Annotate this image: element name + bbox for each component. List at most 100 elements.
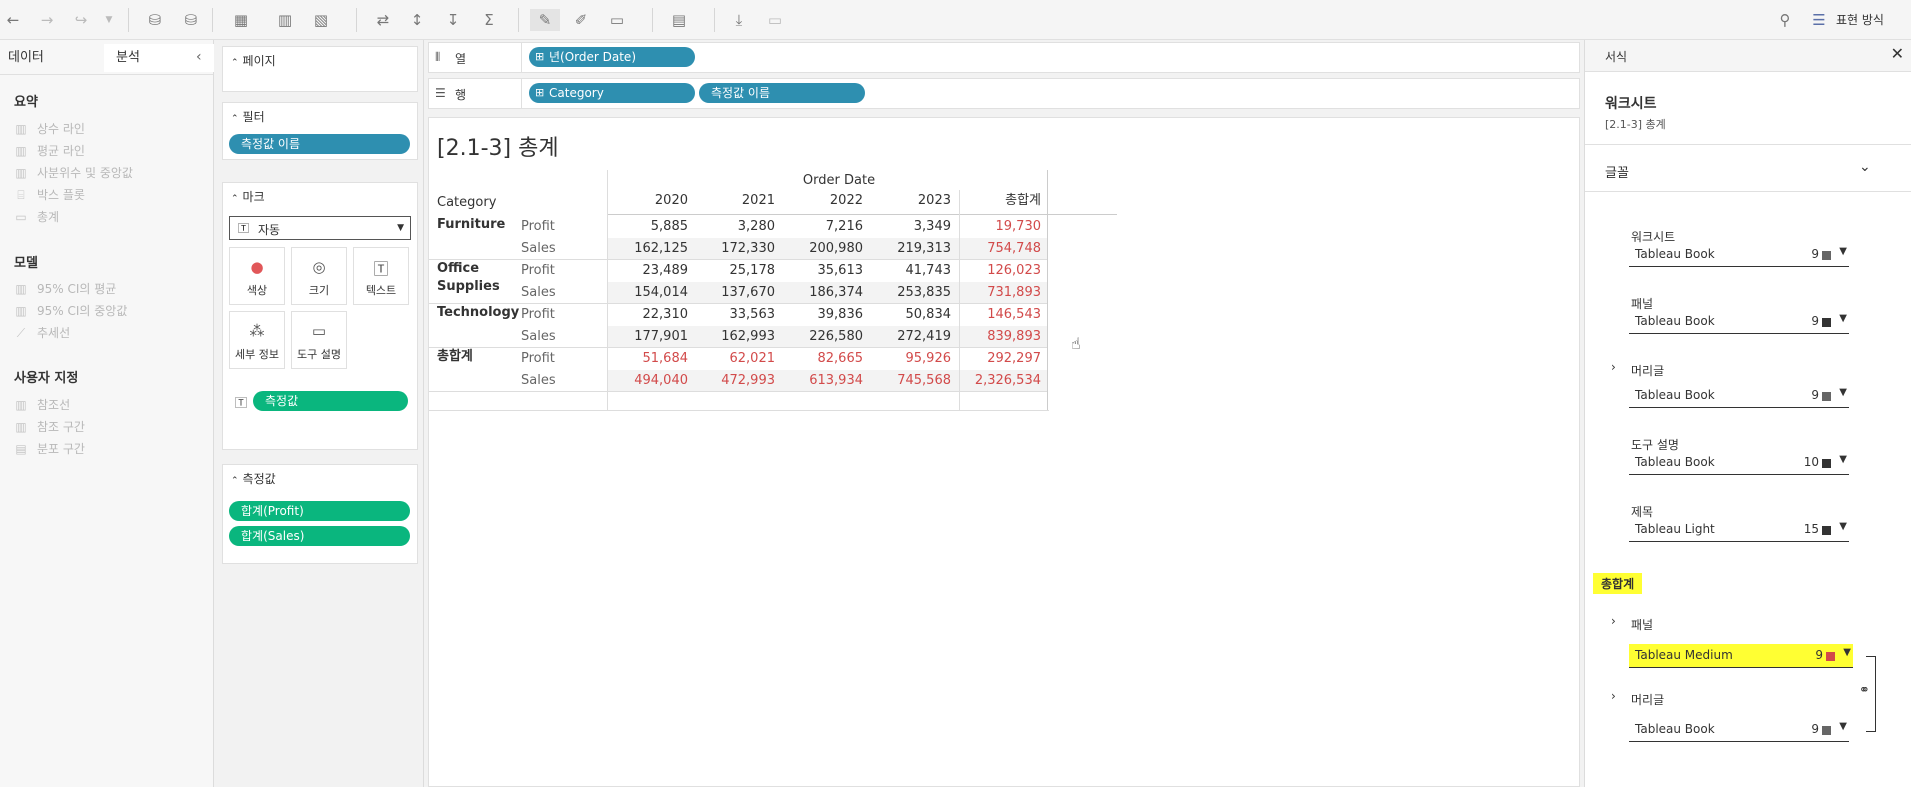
table-cell[interactable]: 754,748 <box>957 238 1041 260</box>
unlink-icon[interactable]: ⚭ <box>1859 683 1870 698</box>
median-quartiles[interactable]: ▥ 사분위수 및 중앙값 <box>14 164 133 181</box>
table-cell[interactable]: 19,730 <box>957 216 1042 238</box>
detail-button[interactable]: ⁂ 세부 정보 <box>229 311 285 369</box>
table-cell[interactable]: 50,834 <box>868 304 952 326</box>
pages-card[interactable]: ⌃ 페이지 <box>222 46 418 92</box>
columns-shelf[interactable]: ⦀ 열 ⊞ 년(Order Date) <box>428 42 1580 73</box>
tooltip-button[interactable]: ▭ 도구 설명 <box>291 311 347 369</box>
table-cell[interactable]: 186,374 <box>780 282 863 304</box>
collapse-chevron-icon[interactable]: ⌃ <box>231 476 239 486</box>
table-cell[interactable]: 126,023 <box>957 260 1041 282</box>
highlight-icon[interactable]: ✎ <box>530 9 560 31</box>
column-header[interactable]: 총합계 <box>957 190 1041 212</box>
presentation-icon[interactable]: ▭ <box>764 9 786 31</box>
category-label[interactable]: Office <box>437 260 479 278</box>
average-ci[interactable]: ▥ 95% CI의 평균 <box>14 280 116 297</box>
totals-icon[interactable]: Σ <box>478 9 500 31</box>
pane-font-dropdown[interactable]: Tableau Book 9 ▼ <box>1629 310 1849 334</box>
duplicate-sheet-icon[interactable]: ▥ <box>274 9 296 31</box>
mark-type-select[interactable]: 🅃 자동 ▼ <box>229 216 411 240</box>
table-cell[interactable]: 613,934 <box>780 370 863 392</box>
table-cell[interactable]: 200,980 <box>780 238 863 260</box>
table-cell[interactable]: 33,563 <box>693 304 776 326</box>
table-cell[interactable]: 154,014 <box>607 282 688 304</box>
collapse-icon[interactable]: ‹ <box>196 49 202 65</box>
table-cell[interactable]: 39,836 <box>780 304 864 326</box>
column-header[interactable]: 2023 <box>868 190 951 212</box>
table-cell[interactable]: 137,670 <box>693 282 775 304</box>
clear-sheet-icon[interactable]: ▧ <box>310 9 332 31</box>
size-button[interactable]: ◎ 크기 <box>291 247 347 305</box>
marks-card[interactable]: ⌃ 마크 🅃 자동 ▼ ● 색상 ◎ 크기 🅃 텍스트 ⁂ 세부 정보 ▭ 도구 설명 🅃 … <box>222 182 418 450</box>
table-cell[interactable]: 3,349 <box>868 216 951 238</box>
totals[interactable]: ▭ 총계 <box>14 208 59 225</box>
column-header[interactable]: 2022 <box>780 190 863 212</box>
category-label[interactable]: Supplies <box>437 278 500 296</box>
table-cell[interactable]: 41,743 <box>868 260 952 282</box>
table-cell[interactable]: 82,665 <box>780 348 864 370</box>
fit-icon[interactable]: ▭ <box>606 9 628 31</box>
tooltip-font-dropdown[interactable]: Tableau Book 10 ▼ <box>1629 451 1849 475</box>
trend-line[interactable]: ⟋ 추세선 <box>14 324 70 341</box>
table-cell[interactable]: 51,684 <box>607 348 689 370</box>
replay-icon[interactable]: ↪ <box>70 9 92 31</box>
table-cell[interactable]: 162,993 <box>693 326 775 348</box>
sum-sales-pill[interactable]: 합계(Sales) <box>229 526 410 546</box>
measure-values-pill[interactable]: 측정값 <box>253 391 408 411</box>
table-cell[interactable]: 172,330 <box>693 238 775 260</box>
column-header[interactable]: 2020 <box>607 190 688 212</box>
worksheet-font-dropdown[interactable]: Tableau Book 9 ▼ <box>1629 243 1849 267</box>
chevron-right-icon[interactable]: › <box>1611 614 1616 628</box>
table-cell[interactable]: 731,893 <box>957 282 1041 304</box>
download-icon[interactable]: ⤓ <box>728 9 750 31</box>
show-me-label[interactable]: 표현 방식 <box>1836 11 1884 28</box>
table-cell[interactable]: 745,568 <box>868 370 951 392</box>
constant-line[interactable]: ▥ 상수 라인 <box>14 120 85 137</box>
table-cell[interactable]: 226,580 <box>780 326 863 348</box>
measure-values-card[interactable]: ⌃ 측정값 합계(Profit) 합계(Sales) <box>222 464 418 564</box>
table-cell[interactable]: 35,613 <box>780 260 864 282</box>
column-header[interactable]: 2021 <box>693 190 775 212</box>
box-plot[interactable]: ⌸ 박스 플롯 <box>14 186 85 203</box>
table-cell[interactable]: 162,125 <box>607 238 688 260</box>
table-cell[interactable]: 219,313 <box>868 238 951 260</box>
sort-descending-icon[interactable]: ↧ <box>442 9 464 31</box>
table-cell[interactable]: 62,021 <box>693 348 776 370</box>
show-me-icon[interactable]: ☰ <box>1808 9 1830 31</box>
reference-line[interactable]: ▥ 참조선 <box>14 396 70 413</box>
table-cell[interactable]: 292,297 <box>957 348 1041 370</box>
average-line[interactable]: ▥ 평균 라인 <box>14 142 85 159</box>
category-label[interactable]: Furniture <box>437 216 505 234</box>
close-icon[interactable]: ✕ <box>1891 44 1904 63</box>
table-cell[interactable]: 23,489 <box>607 260 689 282</box>
collapse-chevron-icon[interactable]: ⌃ <box>231 194 239 204</box>
total-header-font-dropdown[interactable]: Tableau Book 9 ▼ <box>1629 718 1849 742</box>
redo-icon[interactable]: → <box>36 9 58 31</box>
color-button[interactable]: ● 색상 <box>229 247 285 305</box>
median-ci[interactable]: ▥ 95% CI의 중앙값 <box>14 302 127 319</box>
filter-pill[interactable]: 측정값 이름 <box>229 134 410 154</box>
table-cell[interactable]: 7,216 <box>780 216 863 238</box>
sum-profit-pill[interactable]: 합계(Profit) <box>229 501 410 521</box>
title-font-dropdown[interactable]: Tableau Light 15 ▼ <box>1629 518 1849 542</box>
label-button[interactable]: 🅃 텍스트 <box>353 247 409 305</box>
table-cell[interactable]: 253,835 <box>868 282 951 304</box>
table-cell[interactable]: 494,040 <box>607 370 688 392</box>
category-label[interactable]: Technology <box>437 304 519 322</box>
new-datasource-icon[interactable]: ⛁ <box>144 9 166 31</box>
measure-names-pill[interactable]: 측정값 이름 <box>699 83 865 103</box>
reference-band[interactable]: ▥ 참조 구간 <box>14 418 85 435</box>
sheet-title[interactable]: [2.1-3] 총계 <box>437 130 559 162</box>
distribution-band[interactable]: ▤ 분포 구간 <box>14 440 85 457</box>
table-cell[interactable]: 272,419 <box>868 326 951 348</box>
table-cell[interactable]: 146,543 <box>957 304 1041 326</box>
table-cell[interactable]: 22,310 <box>607 304 689 326</box>
collapse-chevron-icon[interactable]: ⌃ <box>231 114 239 124</box>
format-brush-icon[interactable]: ⚲ <box>1774 9 1796 31</box>
category-pill[interactable]: ⊞ Category <box>529 83 695 103</box>
tab-data[interactable]: 데이터 <box>8 44 103 72</box>
category-label[interactable]: 총합계 <box>437 348 473 366</box>
undo-icon[interactable]: ← <box>2 9 24 31</box>
header-font-dropdown[interactable]: Tableau Book 9 ▼ <box>1629 384 1849 408</box>
table-cell[interactable]: 177,901 <box>607 326 688 348</box>
